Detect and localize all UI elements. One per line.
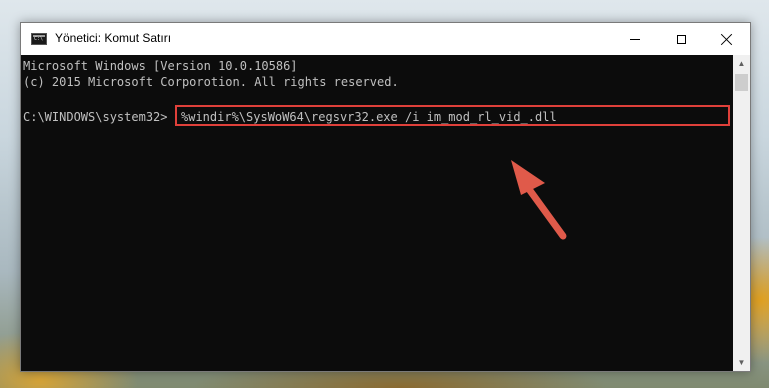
pointer-arrow-icon — [511, 160, 567, 240]
window-title: Yönetici: Komut Satırı — [55, 31, 172, 45]
command-prompt-window[interactable]: Yönetici: Komut Satırı Microsoft Windows… — [20, 22, 751, 372]
scroll-down-icon[interactable]: ▼ — [733, 354, 750, 371]
minimize-icon — [630, 38, 640, 40]
minimize-button[interactable] — [612, 23, 658, 55]
title-bar[interactable]: Yönetici: Komut Satırı — [21, 23, 750, 55]
maximize-button[interactable] — [658, 23, 704, 55]
vertical-scrollbar[interactable]: ▲ ▼ — [733, 55, 750, 371]
console-icon — [31, 33, 47, 45]
scroll-up-icon[interactable]: ▲ — [733, 55, 750, 72]
close-icon — [721, 33, 733, 45]
console-output[interactable]: Microsoft Windows [Version 10.0.10586] (… — [21, 55, 733, 371]
close-button[interactable] — [704, 23, 750, 55]
scroll-thumb[interactable] — [735, 74, 748, 91]
maximize-icon — [676, 34, 686, 44]
